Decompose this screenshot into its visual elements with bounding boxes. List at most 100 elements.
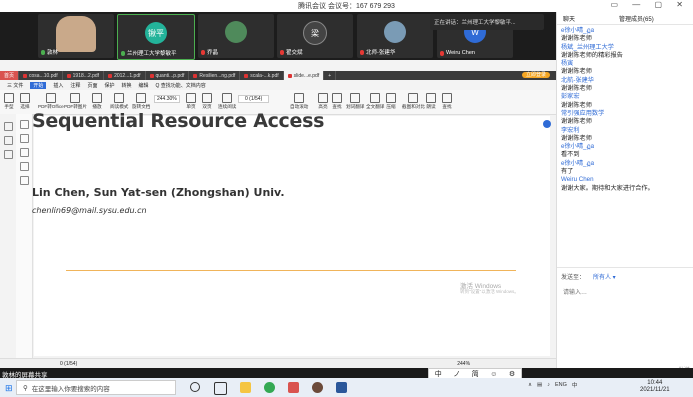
- cortana-icon[interactable]: [190, 382, 200, 392]
- attachment-icon[interactable]: [20, 162, 29, 171]
- single-page-icon: [186, 93, 196, 103]
- page-number-input[interactable]: 0 (1/54): [238, 95, 270, 103]
- search-icon[interactable]: [20, 176, 29, 185]
- full-translate-button[interactable]: 全文翻译: [366, 93, 384, 110]
- document-tab[interactable]: cosa...10.pdf: [19, 71, 63, 80]
- emoji-icon[interactable]: ☺: [490, 371, 497, 378]
- status-zoom[interactable]: 244%: [457, 361, 470, 367]
- select-tool-button[interactable]: 选择: [20, 93, 30, 110]
- document-tab[interactable]: scala-...k.pdf: [240, 71, 284, 80]
- expand-icon[interactable]: [543, 120, 551, 128]
- participant-tile[interactable]: 北师-张建华: [357, 14, 433, 58]
- send-to-selector[interactable]: 发送至： 所有人 ▾: [561, 272, 616, 281]
- participant-tile[interactable]: 锹平 兰州理工大学黎敏平: [117, 14, 195, 60]
- pdf-icon: [108, 73, 113, 78]
- menu-protect[interactable]: 保护: [104, 82, 114, 89]
- pdf-page[interactable]: [34, 116, 550, 356]
- network-icon[interactable]: ▤: [537, 382, 542, 388]
- zoom-input[interactable]: 244.30%: [154, 95, 180, 103]
- bookmark-icon[interactable]: [20, 134, 29, 143]
- clock-date: 2021/11/21: [640, 387, 670, 393]
- status-page[interactable]: 0 (1/54): [60, 361, 77, 367]
- slide-title: Sequential Resource Access: [32, 110, 325, 132]
- taskbar-search[interactable]: ⚲ 在这里输入你要搜索的内容: [16, 380, 176, 395]
- double-page-icon: [202, 93, 212, 103]
- chat-input[interactable]: [561, 282, 690, 304]
- menu-insert[interactable]: 插入: [53, 82, 63, 89]
- menu-convert[interactable]: 转换: [121, 82, 131, 89]
- participant-name-label: Weiru Chen: [440, 50, 475, 56]
- hand-tool-button[interactable]: 手型: [4, 93, 14, 110]
- screenshot-button[interactable]: 截图和对比: [402, 93, 425, 110]
- document-tab[interactable]: 2012...1.pdf: [104, 71, 146, 80]
- annotation-icon[interactable]: [4, 150, 13, 159]
- comment-icon[interactable]: [20, 148, 29, 157]
- language-indicator[interactable]: ENG: [555, 382, 567, 388]
- wps-icon[interactable]: [288, 382, 299, 393]
- menu-home[interactable]: 开始: [30, 81, 47, 89]
- document-tab[interactable]: quanti...p.pdf: [146, 71, 190, 80]
- login-button[interactable]: 立即登录: [521, 72, 550, 78]
- find-button[interactable]: 查找: [332, 93, 342, 110]
- menu-search[interactable]: Q 查找功能、文档内容: [156, 82, 206, 89]
- single-page-button[interactable]: 单页: [186, 93, 196, 110]
- menu-edit[interactable]: 编辑: [138, 82, 148, 89]
- volume-icon[interactable]: ♪: [547, 382, 550, 388]
- pdf-to-office-button[interactable]: PDF转Office: [38, 93, 64, 110]
- windows-start-icon[interactable]: ⊞: [5, 383, 13, 394]
- word-icon[interactable]: [336, 382, 347, 393]
- tab-chat[interactable]: 聊天: [563, 14, 575, 23]
- participant-tile[interactable]: 敦林: [38, 14, 114, 58]
- windows-taskbar: ⊞ ⚲ 在这里输入你要搜索的内容 ∧ ▤ ♪ ENG 中 10:44 2021/1…: [0, 378, 693, 397]
- cursor-icon: [20, 93, 30, 103]
- document-tab[interactable]: 1918...2.pdf: [63, 71, 105, 80]
- participant-tile[interactable]: 梁 翟交斌: [277, 14, 353, 58]
- thumbnail-icon[interactable]: [20, 120, 29, 129]
- word-translate-button[interactable]: 划词翻译: [346, 93, 364, 110]
- play-button[interactable]: 播放: [92, 93, 102, 110]
- tray-expand-icon[interactable]: ∧: [528, 382, 532, 388]
- task-view-icon[interactable]: [214, 382, 227, 395]
- browser-icon[interactable]: [264, 382, 275, 393]
- chat-text: 谢谢陈老师: [561, 35, 592, 43]
- document-tab[interactable]: Resilien...ng.pdf: [189, 71, 241, 80]
- chat-text: 谢谢陈老师: [561, 118, 592, 126]
- menu-annotate[interactable]: 注释: [70, 82, 80, 89]
- participant-tile[interactable]: 乔晶: [198, 14, 274, 58]
- translate-icon: [370, 93, 381, 103]
- read-aloud-button[interactable]: 朗读: [426, 93, 436, 110]
- rotate-button[interactable]: 旋转文档: [132, 93, 150, 110]
- new-tab-button[interactable]: +: [324, 71, 337, 80]
- double-page-button[interactable]: 双页: [202, 93, 212, 110]
- lookup-button[interactable]: 查找: [442, 93, 452, 110]
- compress-button[interactable]: 压缩: [386, 93, 396, 110]
- window-controls[interactable]: ▭ — ▢ ✕: [611, 0, 690, 9]
- tab-home[interactable]: 首页: [0, 71, 20, 80]
- settings-icon[interactable]: ⚙: [509, 370, 515, 378]
- meeting-title: 腾讯会议 会议号：167 679 293: [298, 3, 395, 10]
- ime-indicator[interactable]: 中: [572, 381, 578, 389]
- read-mode-button[interactable]: 阅读模式: [110, 93, 128, 110]
- document-tab-active[interactable]: slide...e.pdf: [283, 71, 325, 80]
- chat-tabs: 聊天 管理成员(65): [557, 12, 693, 25]
- highlight-button[interactable]: 高亮: [318, 93, 328, 110]
- chat-sender: 彭家宏: [561, 93, 580, 101]
- menu-page[interactable]: 页面: [87, 82, 97, 89]
- pdf-to-image-button[interactable]: PDF转图片: [64, 93, 87, 110]
- file-explorer-icon[interactable]: [240, 382, 251, 393]
- thumbnail-icon[interactable]: [4, 122, 13, 131]
- bookmark-icon[interactable]: [4, 136, 13, 145]
- auto-scroll-button[interactable]: 自动滚动: [290, 93, 308, 110]
- slide-divider: [66, 270, 516, 271]
- menu-file[interactable]: 三 文件: [7, 82, 23, 89]
- tab-manage-members[interactable]: 管理成员(65): [619, 14, 654, 23]
- slide-email: chenlin69@mail.sysu.edu.cn: [32, 206, 147, 215]
- continuous-button[interactable]: 连续阅读: [218, 93, 236, 110]
- participant-name-label: 翟交斌: [280, 48, 303, 56]
- clock[interactable]: 10:44 2021/11/21: [640, 380, 670, 394]
- highlight-icon: [318, 93, 328, 103]
- chat-message-list[interactable]: e徐小晴_ฏอ 谢谢陈老师 杨斌_兰州理工大学 谢谢陈老师的精彩报告 杨寅 谢谢…: [557, 25, 693, 195]
- app-icon[interactable]: [312, 382, 323, 393]
- rotate-icon: [136, 93, 147, 103]
- mic-icon: [121, 50, 125, 56]
